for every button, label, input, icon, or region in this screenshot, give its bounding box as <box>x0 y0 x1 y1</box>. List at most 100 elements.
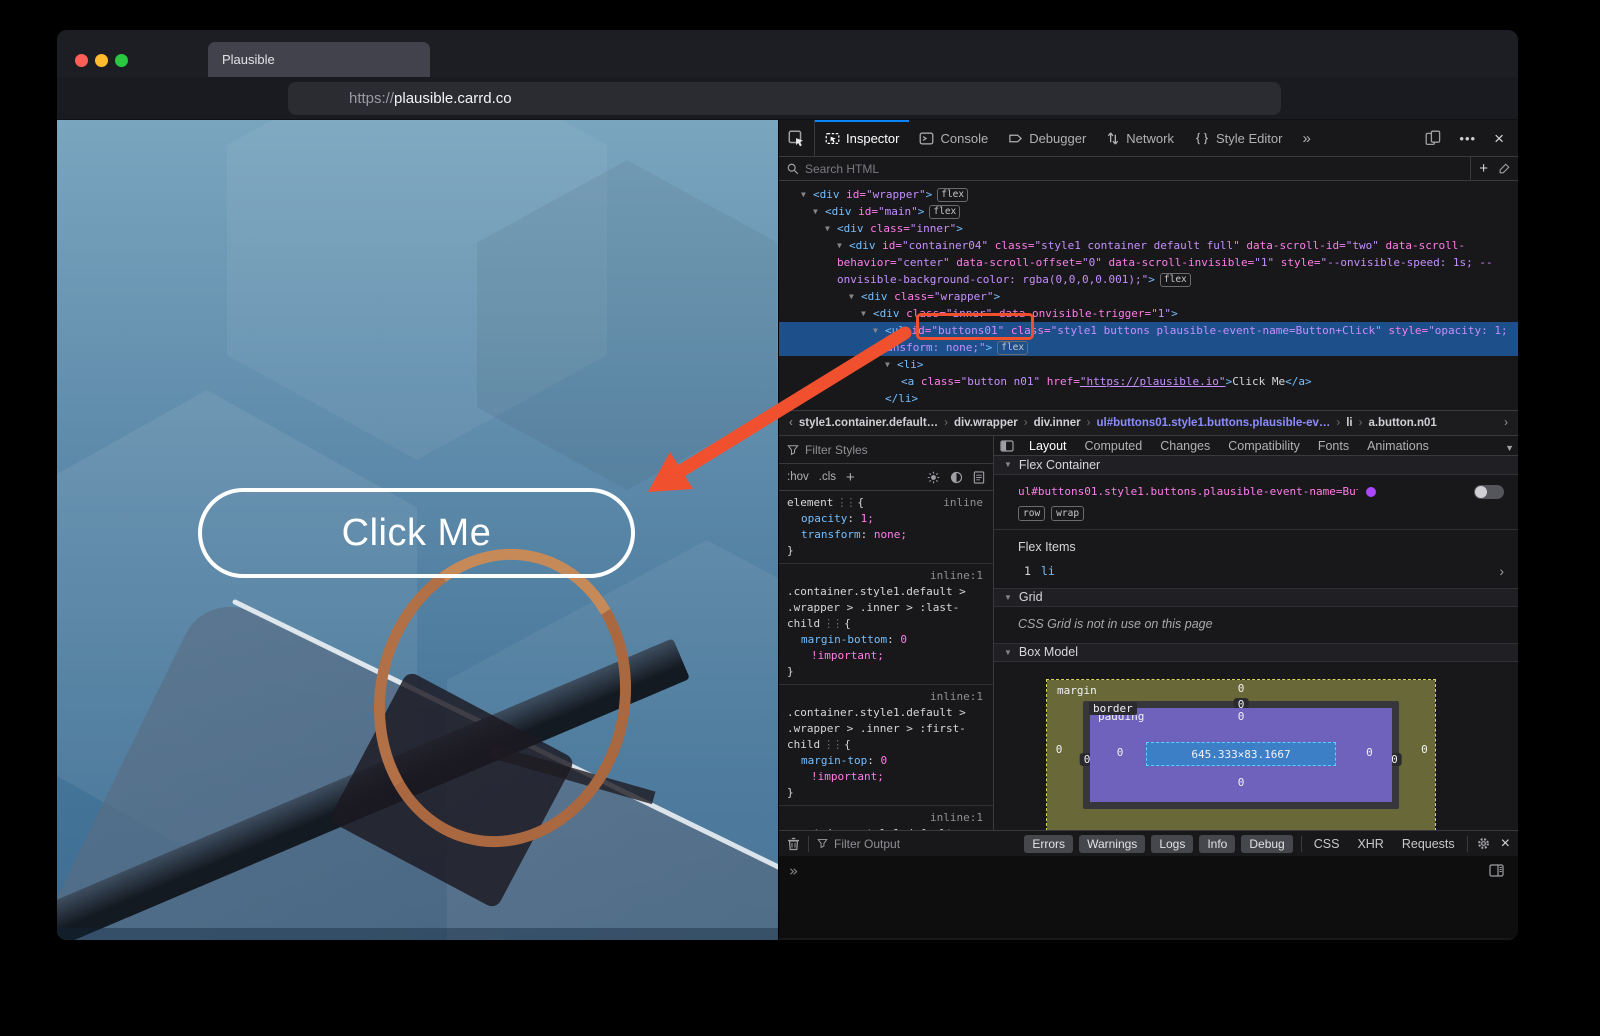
padding-bottom-value[interactable]: 0 <box>1238 776 1245 789</box>
grid-section-header[interactable]: ▼ Grid <box>994 589 1518 607</box>
css-rule[interactable]: inlineelement⋮⋮{opacity: 1;transform: no… <box>779 491 993 564</box>
padding-left-value[interactable]: 0 <box>1117 746 1124 759</box>
margin-right-value[interactable]: 0 <box>1421 743 1428 756</box>
console-output-area[interactable]: » <box>779 856 1518 938</box>
css-rule[interactable]: inline:1.container.style1.default > .wra… <box>779 564 993 685</box>
markup-line[interactable]: ▼<ul id="buttons01" class="style1 button… <box>779 322 1518 356</box>
sidebar-tab-fonts[interactable]: Fonts <box>1309 436 1358 456</box>
flex-overlay-toggle[interactable] <box>1474 485 1504 499</box>
devtools-tab-network[interactable]: Network <box>1096 120 1184 156</box>
breadcrumb-item[interactable]: div.wrapper <box>952 417 1020 429</box>
markup-line[interactable]: ▼<div class="inner" data-onvisible-trigg… <box>779 305 1518 322</box>
flex-selector-link[interactable]: ul#buttons01.style1.buttons.plausible-ev… <box>1018 485 1358 498</box>
css-rule[interactable]: inline:1.container.style1.default > .wra… <box>779 806 993 830</box>
console-filter-errors[interactable]: Errors <box>1024 835 1073 853</box>
pick-element-button[interactable] <box>779 120 815 156</box>
twisty-icon[interactable]: ▼ <box>825 220 837 237</box>
rule-source-link[interactable]: inline:1 <box>787 810 983 826</box>
add-rule-button[interactable]: + <box>846 469 855 486</box>
twisty-icon[interactable]: ▼ <box>801 186 813 203</box>
padding-right-value[interactable]: 0 <box>1366 746 1373 759</box>
sidebar-tab-computed[interactable]: Computed <box>1076 436 1152 456</box>
clear-console-icon[interactable] <box>787 837 800 851</box>
box-model-content[interactable]: 645.333×83.1667 <box>1146 742 1336 766</box>
flex-badge[interactable]: flex <box>1160 273 1191 287</box>
devtools-tab-inspector[interactable]: Inspector <box>815 120 909 156</box>
markup-line[interactable]: ▼<div class="wrapper"> <box>779 288 1518 305</box>
breadcrumb-item[interactable]: li <box>1344 417 1354 429</box>
console-filter-css[interactable]: CSS <box>1310 837 1344 851</box>
highlight-dots-icon[interactable]: ⋮⋮ <box>836 496 854 509</box>
more-tabs-button[interactable]: » <box>1292 120 1320 156</box>
console-settings-button[interactable] <box>1476 836 1491 851</box>
flex-badge[interactable]: flex <box>997 341 1028 355</box>
browser-tab[interactable]: Plausible <box>208 42 430 77</box>
add-node-button[interactable]: + <box>1479 160 1488 177</box>
breadcrumb-item[interactable]: div.inner <box>1032 417 1083 429</box>
markup-line[interactable]: ▼<div id="wrapper">flex <box>779 186 1518 203</box>
margin-top-value[interactable]: 0 <box>1238 682 1245 695</box>
markup-line[interactable]: ▼<div id="container04" class="style1 con… <box>779 237 1518 288</box>
console-filter-debug[interactable]: Debug <box>1241 835 1292 853</box>
rule-source-link[interactable]: inline <box>943 495 983 511</box>
flex-item[interactable]: 1li› <box>994 558 1518 589</box>
url-bar[interactable]: https://plausible.carrd.co <box>288 82 1281 115</box>
devtools-tab-style-editor[interactable]: Style Editor <box>1184 120 1292 156</box>
twisty-icon[interactable]: ▼ <box>837 237 849 254</box>
flex-badge[interactable]: flex <box>937 188 968 202</box>
twisty-icon[interactable]: ▼ <box>885 356 897 373</box>
console-filter-warnings[interactable]: Warnings <box>1079 835 1145 853</box>
padding-top-value[interactable]: 0 <box>1238 710 1245 723</box>
css-declaration[interactable]: transform: none; <box>787 527 983 543</box>
console-filter-info[interactable]: Info <box>1199 835 1235 853</box>
markup-line[interactable]: <a class="button n01" href="https://plau… <box>779 373 1518 390</box>
sidebar-tabs-dropdown-icon[interactable]: ▼ <box>1505 443 1514 453</box>
flex-highlight-color-swatch[interactable] <box>1366 487 1376 497</box>
breadcrumb-item[interactable]: ul#buttons01.style1.buttons.plausible-ev… <box>1094 417 1332 429</box>
close-window-button[interactable] <box>75 54 88 67</box>
devtools-menu-button[interactable]: ••• <box>1459 131 1476 146</box>
sidebar-tab-changes[interactable]: Changes <box>1151 436 1219 456</box>
console-filter-xhr[interactable]: XHR <box>1353 837 1387 851</box>
breadcrumb-item[interactable]: a.button.n01 <box>1366 417 1438 429</box>
responsive-design-icon[interactable] <box>1425 130 1441 146</box>
markup-line[interactable]: ▼<li> <box>779 356 1518 373</box>
flex-badge[interactable]: flex <box>929 205 960 219</box>
twisty-icon[interactable]: ▼ <box>813 203 825 220</box>
click-me-button[interactable]: Click Me <box>198 488 635 578</box>
class-button[interactable]: .cls <box>819 471 836 483</box>
print-media-sim-button[interactable] <box>973 471 985 484</box>
editor-mode-icon[interactable] <box>1489 864 1504 877</box>
zoom-window-button[interactable] <box>115 54 128 67</box>
console-prompt[interactable]: » <box>789 862 798 880</box>
breadcrumb-item[interactable]: style1.container.default… <box>797 417 940 429</box>
breadcrumb-scroll-left[interactable]: ‹ <box>785 417 797 429</box>
highlight-dots-icon[interactable]: ⋮⋮ <box>823 617 841 630</box>
console-filter-logs[interactable]: Logs <box>1151 835 1193 853</box>
filter-output-input[interactable]: Filter Output <box>817 837 1016 851</box>
devtools-tab-debugger[interactable]: Debugger <box>998 120 1096 156</box>
rule-source-link[interactable]: inline:1 <box>787 689 983 705</box>
dark-theme-sim-button[interactable] <box>950 471 963 484</box>
twisty-icon[interactable]: ▼ <box>873 322 885 339</box>
markup-line[interactable]: </li> <box>779 390 1518 407</box>
markup-line[interactable]: ▼<div id="main">flex <box>779 203 1518 220</box>
search-html-input[interactable]: Search HTML <box>805 162 1464 176</box>
css-declaration[interactable]: margin-top: 0 <box>787 753 983 769</box>
devtools-tab-console[interactable]: Console <box>909 120 998 156</box>
flex-container-section-header[interactable]: ▼ Flex Container <box>994 456 1518 474</box>
close-split-console-button[interactable]: × <box>1499 835 1510 853</box>
sidebar-tab-compatibility[interactable]: Compatibility <box>1219 436 1309 456</box>
minimize-window-button[interactable] <box>95 54 108 67</box>
css-declaration[interactable]: opacity: 1; <box>787 511 983 527</box>
console-filter-requests[interactable]: Requests <box>1398 837 1459 851</box>
sidebar-tab-layout[interactable]: Layout <box>1020 436 1076 456</box>
css-rule[interactable]: inline:1.container.style1.default > .wra… <box>779 685 993 806</box>
css-declaration[interactable]: margin-bottom: 0 <box>787 632 983 648</box>
eyedropper-icon[interactable] <box>1498 163 1510 175</box>
light-theme-sim-button[interactable] <box>927 471 940 484</box>
sidebar-tab-animations[interactable]: Animations <box>1358 436 1438 456</box>
twisty-icon[interactable]: ▼ <box>849 288 861 305</box>
filter-styles-input[interactable]: Filter Styles <box>805 443 868 457</box>
rule-source-link[interactable]: inline:1 <box>787 568 983 584</box>
